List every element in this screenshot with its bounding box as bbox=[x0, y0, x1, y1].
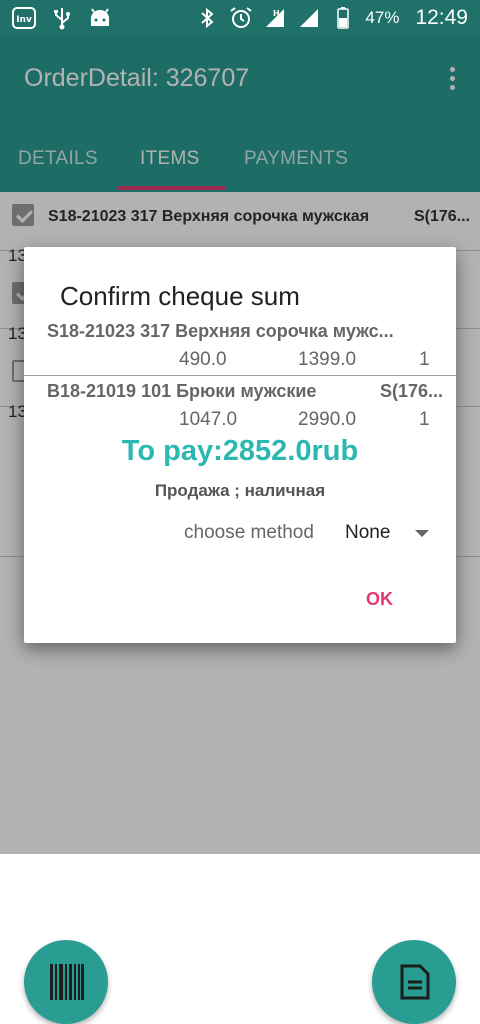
cheque-item-name: S18-21023 317 Верхняя сорочка мужс... bbox=[47, 321, 394, 341]
svg-text:Inv: Inv bbox=[16, 15, 32, 25]
signal-icon bbox=[297, 6, 321, 30]
dialog-title: Confirm cheque sum bbox=[60, 281, 300, 311]
signal-h-icon: H bbox=[263, 6, 287, 30]
document-icon bbox=[400, 964, 430, 1000]
battery-percent: 47% bbox=[365, 8, 400, 27]
cheque-item-qty: 1 bbox=[419, 409, 430, 430]
method-label: choose method bbox=[184, 522, 314, 543]
clock: 12:49 bbox=[415, 6, 468, 29]
alarm-icon bbox=[229, 6, 253, 30]
dialog-divider bbox=[24, 375, 456, 376]
svg-text:H: H bbox=[273, 9, 280, 18]
cheque-item-qty: 1 bbox=[419, 349, 430, 370]
cheque-item-total: 2990.0 bbox=[298, 409, 357, 430]
payment-method-select[interactable]: None bbox=[345, 522, 435, 548]
status-bar: Inv H 47% 12:49 bbox=[0, 0, 480, 36]
payment-type: Продажа ; наличная bbox=[154, 481, 326, 500]
method-value: None bbox=[345, 522, 391, 543]
ok-button[interactable]: OK bbox=[366, 589, 393, 610]
document-button[interactable] bbox=[372, 940, 456, 1024]
inventory-app-icon: Inv bbox=[12, 6, 36, 30]
barcode-icon bbox=[50, 964, 84, 1000]
scan-barcode-button[interactable] bbox=[24, 940, 108, 1024]
cheque-item-size: S(176... bbox=[380, 381, 444, 401]
cheque-item-name: B18-21019 101 Брюки мужские bbox=[47, 381, 317, 401]
dropdown-arrow-icon bbox=[415, 530, 429, 537]
bluetooth-icon bbox=[195, 6, 219, 30]
battery-icon bbox=[331, 6, 355, 30]
cheque-item-total: 1399.0 bbox=[298, 349, 357, 370]
to-pay-total: To pay:2852.0rub bbox=[121, 435, 359, 467]
confirm-cheque-dialog: Confirm cheque sum S18-21023 317 Верхняя… bbox=[24, 247, 456, 643]
cheque-item-price: 1047.0 bbox=[179, 409, 238, 430]
android-icon bbox=[88, 6, 112, 30]
cheque-item-price: 490.0 bbox=[179, 349, 227, 370]
usb-icon bbox=[50, 6, 74, 30]
